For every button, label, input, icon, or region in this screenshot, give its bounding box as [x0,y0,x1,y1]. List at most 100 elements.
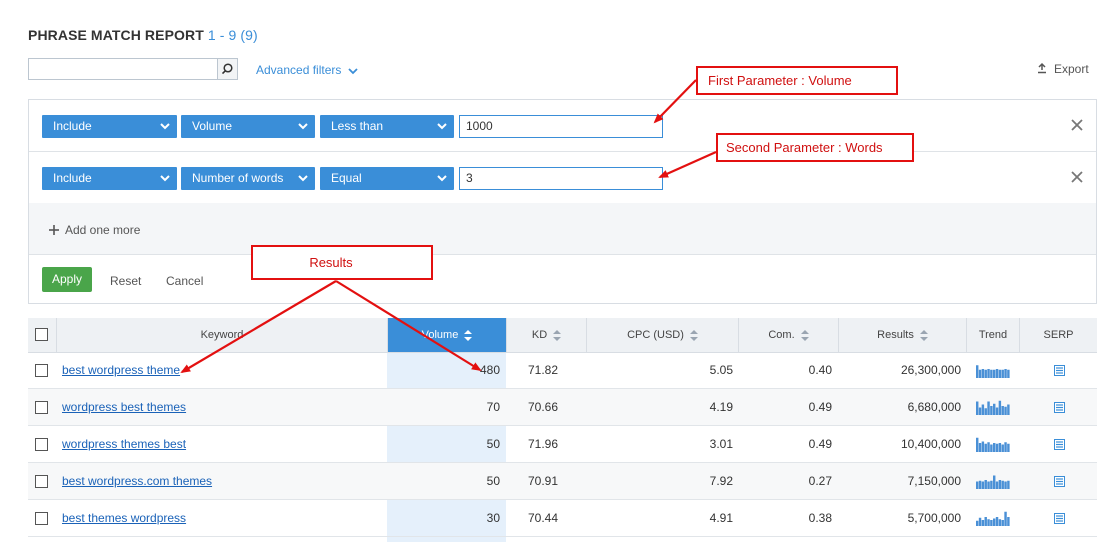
column-header-keyword[interactable]: Keyword [56,318,387,352]
trend-bar [978,369,982,378]
volume-cell: 50 [486,437,500,451]
apply-button[interactable]: Apply [42,267,92,292]
trend-bar [998,400,1002,415]
com-cell: 0.49 [808,400,832,414]
close-icon[interactable] [1070,170,1084,184]
chevron-down-icon [298,123,308,130]
keyword-cell: best wordpress.com themes [62,463,382,499]
keyword-cell: wordpress best themes [62,389,382,425]
sort-icon [553,329,562,341]
filter-1-value-input[interactable]: 1000 [459,115,663,138]
report-title: PHRASE MATCH REPORT [28,27,204,43]
table-row: wordpress themes best 50 71.96 3.01 0.49 10,4… [28,426,1097,463]
column-header-results[interactable]: Results [838,318,966,352]
kd-cell: 71.82 [528,363,559,377]
column-header-cpc[interactable]: CPC (USD) [586,318,738,352]
upload-icon [1038,62,1046,74]
serp-icon[interactable] [1054,476,1065,487]
search-button[interactable] [217,58,238,80]
trend-bar [993,475,996,489]
keyword-link[interactable]: best wordpress theme [62,363,180,377]
trend-bar [981,441,985,452]
chevron-down-icon [348,68,358,75]
com-cell: 0.27 [808,474,832,488]
trend-bar [1007,404,1010,415]
serp-icon[interactable] [1054,402,1065,413]
keyword-link[interactable]: best themes wordpress [62,511,186,525]
trend-bar [998,480,1002,489]
annotation-second-label: Second Parameter : Words [726,140,883,155]
keyword-link[interactable]: best wordpress.com themes [62,474,212,488]
trend-bar [1001,406,1004,415]
trend-bar [987,481,990,489]
keyword-link[interactable]: wordpress themes best [62,437,186,451]
filter-row-2: Include Number of words Equal 3 [29,152,1096,204]
trend-bar [990,444,993,452]
keyword-cell: best themes wordpress [62,500,382,536]
trend-bar [1001,444,1004,452]
advanced-filters-toggle[interactable]: Advanced filters [256,63,358,77]
filter-2-value-input[interactable]: 3 [459,167,663,190]
export-label: Export [1054,62,1089,76]
column-serp-label: SERP [1043,329,1074,341]
trend-bar [990,406,993,415]
trend-chart [976,511,1010,526]
keyword-cell: best wordpress theme [62,352,382,388]
keyword-cell: wordpress themes best [62,426,382,462]
row-checkbox[interactable] [35,401,48,414]
filter-1-field-select[interactable]: Volume [181,115,315,138]
column-header-com[interactable]: Com. [738,318,838,352]
filter-1-field-value: Volume [192,119,233,133]
filter-2-operator-select[interactable]: Equal [320,167,454,190]
close-icon[interactable] [1070,118,1084,132]
filter-2-mode-select[interactable]: Include [42,167,177,190]
annotation-second-parameter: Second Parameter : Words [716,133,914,162]
trend-bar [990,369,993,378]
serp-icon[interactable] [1054,513,1065,524]
filter-1-operator-select[interactable]: Less than [320,115,454,138]
sort-icon [689,329,698,341]
add-one-more-button[interactable]: Add one more [49,223,140,237]
cpc-cell: 3.01 [709,437,733,451]
filter-1-mode-select[interactable]: Include [42,115,177,138]
trend-bar [976,481,979,489]
trend-bar [990,520,993,526]
column-results-label: Results [877,329,914,341]
filter-2-value: 3 [466,171,473,185]
filter-2-field-value: Number of words [192,171,284,185]
filter-row-1: Include Volume Less than 1000 [29,100,1096,152]
com-cell: 0.49 [808,437,832,451]
trend-bar [1004,511,1007,526]
trend-bar [1007,517,1010,526]
sort-icon [464,329,473,341]
trend-bar [987,369,990,378]
trend-bar [995,443,999,452]
serp-icon[interactable] [1054,365,1065,376]
trend-bar [978,480,982,489]
row-checkbox[interactable] [35,512,48,525]
keyword-link[interactable]: wordpress best themes [62,400,186,414]
serp-icon[interactable] [1054,439,1065,450]
row-checkbox[interactable] [35,475,48,488]
trend-bar [1001,369,1004,378]
trend-bar [978,407,982,415]
trend-chart [976,365,1010,378]
column-kd-label: KD [531,329,548,341]
reset-button[interactable]: Reset [110,274,141,288]
row-checkbox[interactable] [35,364,48,377]
trend-bar [981,481,985,489]
row-checkbox[interactable] [35,438,48,451]
export-button[interactable]: Export [1036,62,1089,76]
select-all-checkbox[interactable] [35,328,48,341]
trend-chart [976,437,1010,452]
column-header-kd[interactable]: KD [506,318,586,352]
column-header-volume[interactable]: Volume [387,318,506,352]
cancel-button[interactable]: Cancel [166,274,203,288]
chevron-down-icon [160,123,170,130]
annotation-results-label: Results [309,255,353,270]
chevron-down-icon [160,175,170,182]
results-cell: 7,150,000 [907,474,961,488]
filter-2-field-select[interactable]: Number of words [181,167,315,190]
page-title: PHRASE MATCH REPORT 1 - 9 (9) [28,27,258,43]
search-input[interactable] [28,58,217,80]
